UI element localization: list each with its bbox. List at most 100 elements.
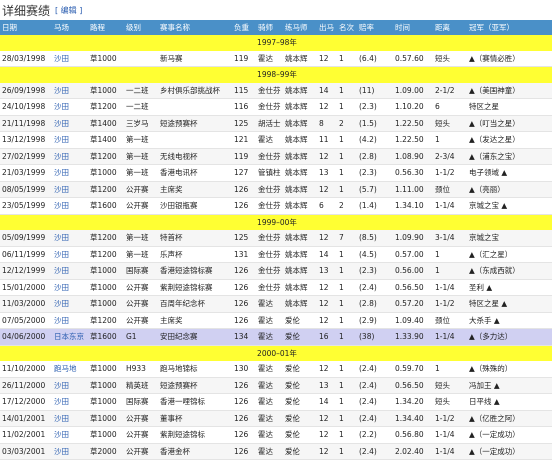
table-cell: 沙田银瓶赛 bbox=[158, 197, 232, 215]
table-row: 03/03/2001 沙田 草2000 公开赛 香港金杯 126 霍达 爱伦 12 1 (2.4) 2… bbox=[0, 443, 552, 460]
table-cell: 草1000 bbox=[88, 377, 124, 394]
venue-link[interactable]: 沙田 bbox=[52, 82, 88, 99]
table-cell: 126 bbox=[232, 279, 256, 296]
venue-link[interactable]: 沙田 bbox=[52, 312, 88, 329]
table-cell: (1.5) bbox=[357, 115, 393, 132]
table-cell: 爱伦 bbox=[283, 443, 317, 460]
venue-link[interactable]: 沙田 bbox=[52, 246, 88, 263]
table-cell: 乡村俱乐部挑战杯 bbox=[158, 82, 232, 99]
table-cell: 2 bbox=[337, 197, 357, 215]
column-header: 骑师 bbox=[256, 20, 283, 35]
venue-link[interactable]: 沙田 bbox=[52, 197, 88, 215]
table-cell: 主席奖 bbox=[158, 181, 232, 198]
venue-link[interactable]: 沙田 bbox=[52, 131, 88, 149]
column-header: 赔率 bbox=[357, 20, 393, 35]
table-cell: 1 bbox=[337, 295, 357, 313]
table-cell: 霍达 bbox=[256, 426, 283, 444]
table-cell: 金仕芬 bbox=[256, 181, 283, 198]
venue-link[interactable]: 沙田 bbox=[52, 295, 88, 313]
table-cell: 08/05/1999 bbox=[0, 181, 52, 198]
venue-link[interactable]: 日本东京 bbox=[52, 328, 88, 346]
table-cell: 草1000 bbox=[88, 262, 124, 280]
table-cell: ▲（殊殊的） bbox=[467, 361, 552, 378]
section-title: 详细赛绩 bbox=[2, 3, 51, 18]
table-cell: 1.09.90 bbox=[393, 230, 433, 247]
venue-link[interactable]: 沙田 bbox=[52, 98, 88, 116]
table-cell: 姚本辉 bbox=[283, 230, 317, 247]
table-cell: 11/03/2000 bbox=[0, 295, 52, 313]
table-cell: 草1400 bbox=[88, 131, 124, 149]
table-cell: 127 bbox=[232, 164, 256, 182]
table-cell: 胡活士 bbox=[256, 115, 283, 132]
table-cell: 公开赛 bbox=[124, 181, 158, 198]
table-cell: 公开赛 bbox=[124, 295, 158, 313]
table-cell: 霍达 bbox=[256, 443, 283, 460]
venue-link[interactable]: 沙田 bbox=[52, 377, 88, 394]
table-cell: 管镇柱 bbox=[256, 164, 283, 182]
table-cell: 香港一哩锦标 bbox=[158, 393, 232, 411]
table-cell: 颈位 bbox=[433, 181, 467, 198]
table-cell: 草1600 bbox=[88, 328, 124, 346]
column-header: 赛事名称 bbox=[158, 20, 232, 35]
venue-link[interactable]: 沙田 bbox=[52, 279, 88, 296]
venue-link[interactable]: 沙田 bbox=[52, 50, 88, 67]
venue-link[interactable]: 沙田 bbox=[52, 164, 88, 182]
venue-link[interactable]: 沙田 bbox=[52, 115, 88, 132]
table-cell: 126 bbox=[232, 295, 256, 313]
table-cell: 05/09/1999 bbox=[0, 230, 52, 247]
table-row: 26/11/2000 沙田 草1000 精英班 短途预赛杯 126 霍达 爱伦 13 1 (2.4)… bbox=[0, 377, 552, 394]
table-cell: (2.4) bbox=[357, 279, 393, 296]
table-cell: 1 bbox=[337, 328, 357, 346]
table-row: 26/09/1998 沙田 草1000 一二班 乡村俱乐部挑战杯 115 金仕芬 姚本辉 14 1… bbox=[0, 82, 552, 99]
table-cell: 1-1/4 bbox=[433, 328, 467, 346]
table-cell: 金仕芬 bbox=[256, 279, 283, 296]
table-cell: 1 bbox=[337, 361, 357, 378]
venue-link[interactable]: 沙田 bbox=[52, 148, 88, 165]
edit-link[interactable]: [ 编辑 ] bbox=[55, 5, 82, 16]
table-cell: 草1000 bbox=[88, 82, 124, 99]
table-cell: 12 bbox=[317, 98, 337, 116]
table-cell: 1 bbox=[337, 98, 357, 116]
table-cell: ▲（一定成功） bbox=[467, 426, 552, 444]
table-cell: 三岁马 bbox=[124, 115, 158, 132]
table-cell: (8.5) bbox=[357, 230, 393, 247]
table-cell: 霍达 bbox=[256, 131, 283, 149]
venue-link[interactable]: 沙田 bbox=[52, 262, 88, 280]
venue-link[interactable]: 沙田 bbox=[52, 181, 88, 198]
table-cell: ▲（亿胜之阿） bbox=[467, 410, 552, 427]
table-cell: 百周年纪念杯 bbox=[158, 295, 232, 313]
table-cell: 13 bbox=[317, 377, 337, 394]
table-cell: 0.56.50 bbox=[393, 279, 433, 296]
table-cell: 121 bbox=[232, 131, 256, 149]
table-cell: 草1000 bbox=[88, 295, 124, 313]
table-cell: 国际赛 bbox=[124, 262, 158, 280]
venue-link[interactable]: 沙田 bbox=[52, 410, 88, 427]
table-cell: 乐声杯 bbox=[158, 246, 232, 263]
table-cell: 1-1/4 bbox=[433, 426, 467, 444]
venue-link[interactable]: 跑马地 bbox=[52, 361, 88, 378]
table-cell: 精英班 bbox=[124, 377, 158, 394]
table-cell: 28/03/1998 bbox=[0, 50, 52, 67]
table-row: 11/02/2001 沙田 草1000 公开赛 紫荆短途锦标 126 霍达 爱伦 12 1 (2.2… bbox=[0, 426, 552, 444]
table-cell: 主席奖 bbox=[158, 312, 232, 329]
table-cell: 公开赛 bbox=[124, 426, 158, 444]
table-cell: 跑马地锦标 bbox=[158, 361, 232, 378]
venue-link[interactable]: 沙田 bbox=[52, 393, 88, 411]
table-cell: 13 bbox=[317, 164, 337, 182]
table-cell: 安田纪念赛 bbox=[158, 328, 232, 346]
table-cell: 爱伦 bbox=[283, 377, 317, 394]
table-cell: 126 bbox=[232, 426, 256, 444]
venue-link[interactable]: 沙田 bbox=[52, 426, 88, 444]
table-cell: 125 bbox=[232, 230, 256, 247]
table-cell: 香港短途锦标赛 bbox=[158, 262, 232, 280]
table-cell: 1 bbox=[337, 426, 357, 444]
table-cell: (6.4) bbox=[357, 50, 393, 67]
table-cell: 第一班 bbox=[124, 164, 158, 182]
table-cell: 115 bbox=[232, 82, 256, 99]
table-cell: 草1200 bbox=[88, 98, 124, 116]
venue-link[interactable]: 沙田 bbox=[52, 230, 88, 247]
table-cell: 12 bbox=[317, 361, 337, 378]
venue-link[interactable]: 沙田 bbox=[52, 443, 88, 460]
table-cell: 草1200 bbox=[88, 312, 124, 329]
table-cell: 7 bbox=[337, 230, 357, 247]
